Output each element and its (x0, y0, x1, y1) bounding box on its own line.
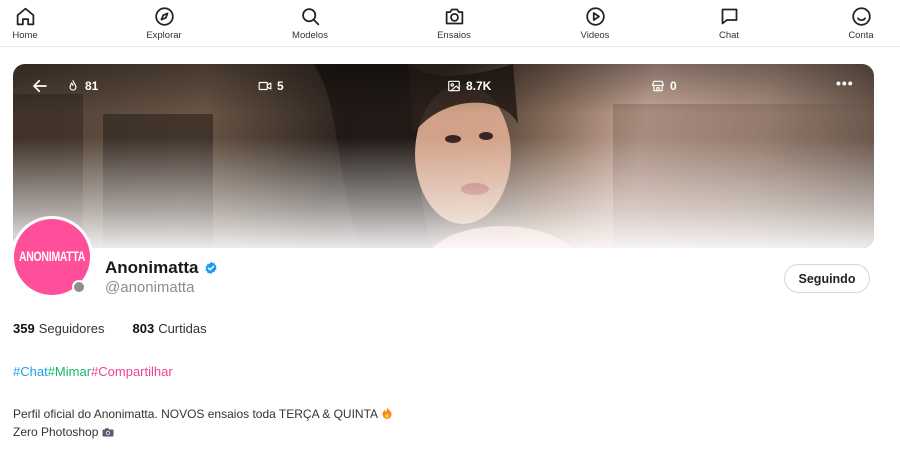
more-horizontal-icon: ••• (836, 75, 854, 91)
tag-compartilhar[interactable]: #Compartilhar (91, 364, 173, 379)
followers-label: Seguidores (38, 321, 105, 336)
camera-emoji-icon (102, 428, 114, 437)
nav-conta[interactable]: Conta (826, 6, 896, 41)
bio-line-1: Perfil oficial do Anonimatta. NOVOS ensa… (13, 405, 392, 423)
profile-handle: @anonimatta (105, 279, 195, 296)
shop-count: 0 (670, 79, 677, 93)
store-icon (652, 80, 664, 92)
profile-bio: Perfil oficial do Anonimatta. NOVOS ensa… (13, 405, 392, 441)
videos-stat: 5 (258, 79, 284, 93)
cover-top-gradient (13, 64, 874, 114)
nav-conta-label: Conta (848, 30, 874, 41)
nav-home-label: Home (12, 30, 38, 41)
bio-line-2: Zero Photoshop (13, 423, 392, 441)
top-navigation: Home Explorar Modelos Ensaios Videos Cha… (0, 0, 900, 47)
video-camera-icon (258, 81, 272, 91)
cover-bottom-fade (13, 138, 874, 248)
nav-ensaios[interactable]: Ensaios (419, 6, 489, 41)
message-square-icon (721, 8, 737, 25)
nav-home[interactable]: Home (0, 6, 60, 41)
likes-total-stat: 803 Curtidas (132, 321, 206, 336)
nav-chat[interactable]: Chat (694, 6, 764, 41)
likes-count: 81 (85, 79, 99, 93)
tag-mimar[interactable]: #Mimar (48, 364, 91, 379)
more-options-button[interactable]: ••• (836, 75, 854, 93)
likes-total-count: 803 (132, 321, 155, 336)
verified-badge-icon (204, 261, 217, 275)
profile-name-text: Anonimatta (105, 258, 199, 277)
photos-stat: 8.7K (447, 79, 491, 93)
nav-explorar[interactable]: Explorar (129, 6, 199, 41)
online-status-indicator (72, 280, 86, 294)
image-icon (448, 80, 460, 92)
nav-videos[interactable]: Videos (560, 6, 630, 41)
profile-name: Anonimatta (105, 258, 218, 278)
likes-stat: 81 (66, 79, 98, 93)
home-icon (16, 7, 34, 26)
fire-emoji-icon (382, 407, 392, 419)
nav-chat-label: Chat (718, 30, 740, 41)
followers-stat[interactable]: 359 Seguidores (13, 321, 104, 336)
flame-icon (69, 80, 77, 91)
photos-count: 8.7K (466, 79, 492, 93)
back-button[interactable] (31, 77, 51, 97)
following-button[interactable]: Seguindo (784, 264, 870, 293)
arrow-left-icon (33, 79, 47, 93)
nav-modelos[interactable]: Modelos (275, 6, 345, 41)
profile-stats: 359 Seguidores 803 Curtidas (13, 321, 235, 336)
likes-total-label: Curtidas (158, 321, 207, 336)
hashtag-links: #Chat#Mimar#Compartilhar (13, 364, 173, 379)
camera-icon (445, 8, 463, 25)
nav-videos-label: Videos (580, 30, 610, 41)
smile-icon (851, 7, 871, 26)
nav-modelos-label: Modelos (292, 30, 328, 41)
videos-count: 5 (277, 79, 284, 93)
bio-line-2-text: Zero Photoshop (13, 425, 99, 439)
avatar-logo-text: ANONIMATTA (18, 248, 85, 266)
play-circle-icon (585, 7, 605, 26)
compass-icon (154, 7, 174, 26)
followers-count: 359 (13, 321, 35, 336)
bio-line-1-text: Perfil oficial do Anonimatta. NOVOS ensa… (13, 407, 379, 421)
nav-ensaios-label: Ensaios (437, 30, 471, 41)
tag-chat[interactable]: #Chat (13, 364, 48, 379)
cover-photo: 81 5 8.7K 0 ••• (13, 64, 874, 248)
search-icon (301, 8, 319, 26)
nav-explorar-label: Explorar (146, 30, 182, 41)
shop-stat: 0 (651, 79, 677, 93)
